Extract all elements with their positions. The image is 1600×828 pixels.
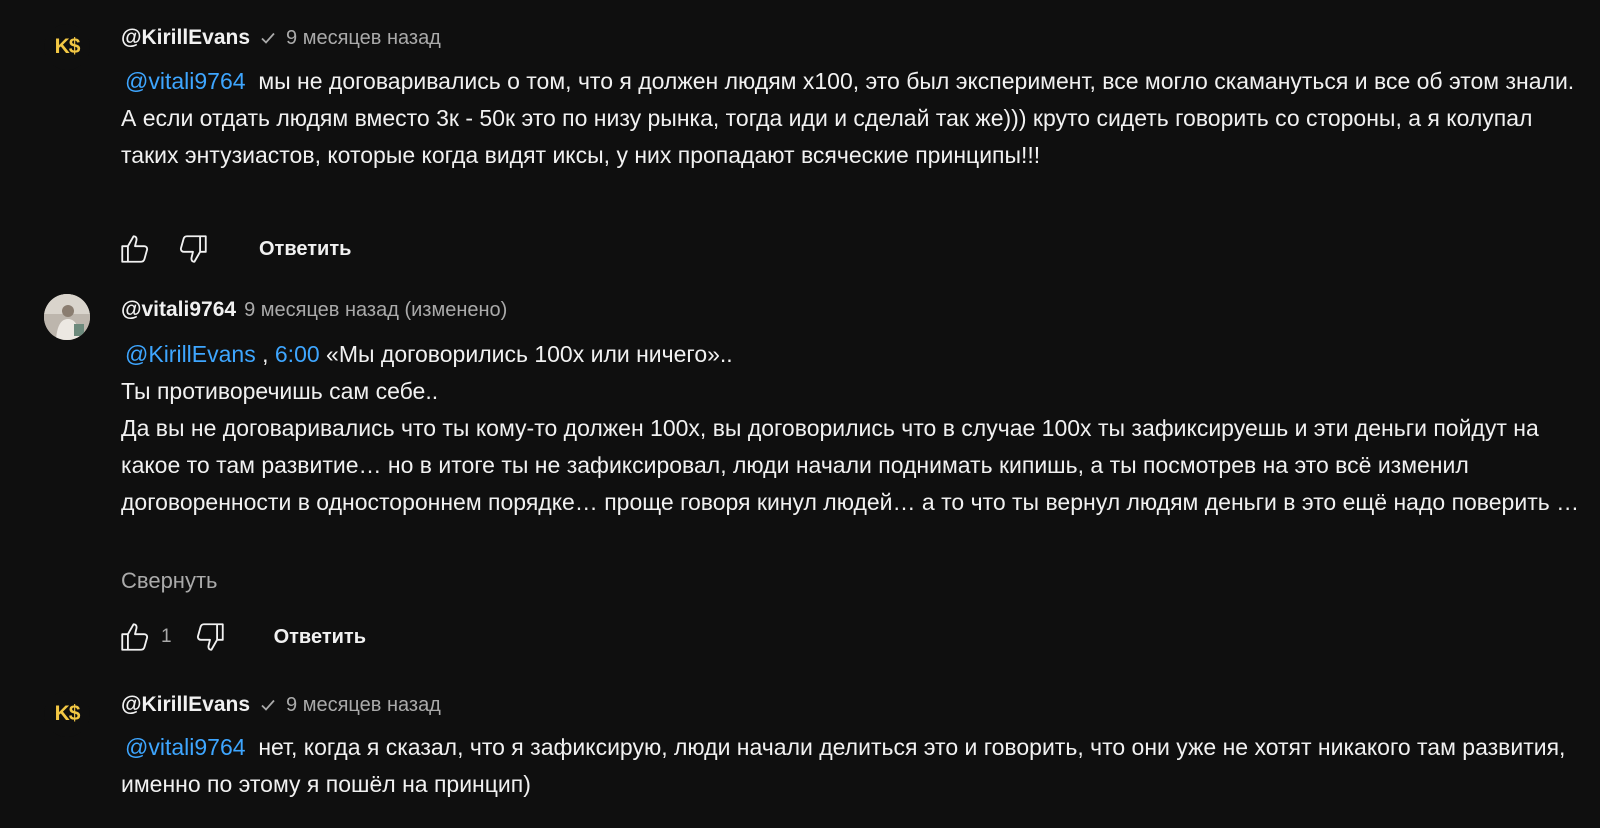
author-name[interactable]: @KirillEvans: [121, 693, 250, 717]
comment-actions: 1 Ответить: [117, 619, 366, 655]
avatar[interactable]: K$: [44, 691, 90, 737]
comment-text: @vitali9764 нет, когда я сказал, что я з…: [121, 729, 1581, 803]
dislike-button[interactable]: [175, 231, 211, 267]
comment-body: мы не договаривались о том, что я должен…: [121, 68, 1575, 168]
comment-line-2: Ты противоречишь сам себе..: [121, 378, 439, 404]
author-name[interactable]: @KirillEvans: [121, 26, 250, 50]
like-count: 1: [161, 626, 172, 647]
mention-link[interactable]: @vitali9764: [125, 734, 246, 760]
collapse-button[interactable]: Свернуть: [121, 568, 218, 594]
reply-button[interactable]: Ответить: [259, 238, 351, 261]
thumbs-up-icon: [121, 623, 149, 651]
avatar[interactable]: [44, 294, 90, 340]
like-button[interactable]: [117, 231, 153, 267]
dislike-button[interactable]: [192, 619, 228, 655]
comment-time[interactable]: 9 месяцев назад (изменено): [244, 299, 507, 322]
verified-check-icon: [261, 32, 275, 44]
avatar-photo: [44, 294, 90, 340]
comment-time[interactable]: 9 месяцев назад: [286, 27, 441, 50]
comment-line-3: Да вы не договаривались что ты кому-то д…: [121, 415, 1580, 515]
mention-link[interactable]: @KirillEvans: [125, 341, 256, 367]
comment-text: @vitali9764 мы не договаривались о том, …: [121, 63, 1581, 174]
avatar-logo-text: K$: [54, 702, 81, 725]
avatar[interactable]: K$: [44, 24, 90, 70]
comment-header: @KirillEvans 9 месяцев назад: [121, 24, 441, 52]
mention-link[interactable]: @vitali9764: [125, 68, 246, 94]
comment-time[interactable]: 9 месяцев назад: [286, 694, 441, 717]
timestamp-link[interactable]: 6:00: [275, 341, 320, 367]
author-name[interactable]: @vitali9764: [121, 298, 236, 322]
reply-button[interactable]: Ответить: [274, 626, 366, 649]
comment-text: @KirillEvans , 6:00 «Мы договорились 100…: [121, 336, 1581, 521]
comment-line-1: «Мы договорились 100х или ничего»..: [319, 341, 733, 367]
comment-actions: Ответить: [117, 231, 351, 267]
verified-check-icon: [261, 699, 275, 711]
thumbs-up-icon: [121, 235, 149, 263]
thumbs-down-icon: [196, 623, 224, 651]
comment-body: нет, когда я сказал, что я зафиксирую, л…: [121, 734, 1566, 797]
avatar-logo-text: K$: [54, 35, 81, 58]
comment-header: @vitali9764 9 месяцев назад (изменено): [121, 296, 507, 324]
comment-header: @KirillEvans 9 месяцев назад: [121, 691, 441, 719]
separator: ,: [255, 341, 275, 367]
like-button[interactable]: [117, 619, 153, 655]
thumbs-down-icon: [179, 235, 207, 263]
